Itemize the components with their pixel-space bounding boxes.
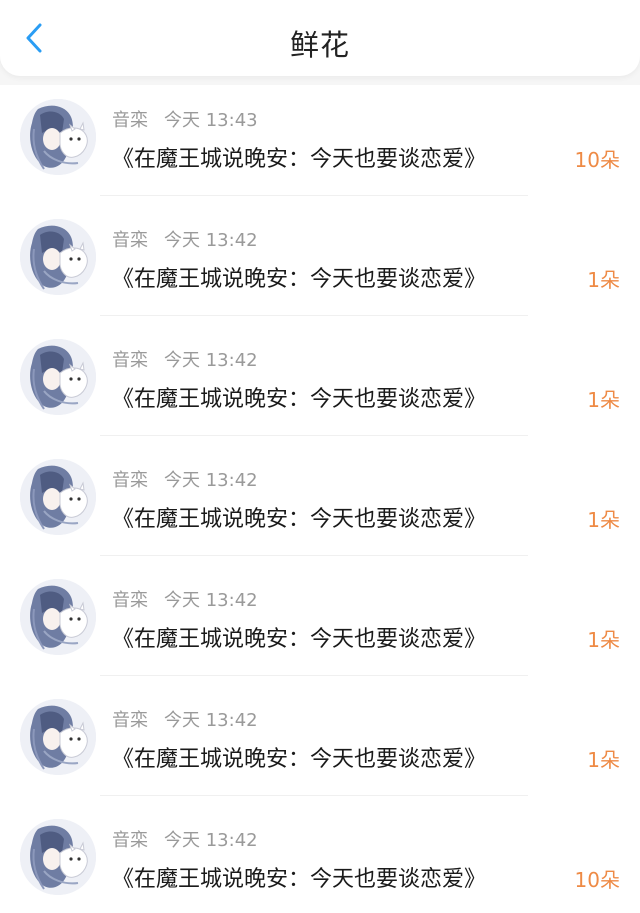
meta-line: 音栾 今天 13:42 [112, 346, 258, 372]
timestamp: 今天 13:42 [164, 350, 258, 371]
anime-girl-avatar-icon [20, 219, 96, 295]
anime-girl-avatar-icon [20, 339, 96, 415]
avatar[interactable] [20, 579, 96, 655]
flowers-page: 鲜花 音栾 今天 13:43 《在魔王城说晚安：今天也要谈恋爱》 10朵 音栾 … [0, 0, 640, 913]
meta-line: 音栾 今天 13:42 [112, 826, 258, 852]
divider [100, 195, 528, 196]
anime-girl-avatar-icon [20, 99, 96, 175]
list-item[interactable]: 音栾 今天 13:42 《在魔王城说晚安：今天也要谈恋爱》 10朵 [0, 805, 640, 913]
book-title[interactable]: 《在魔王城说晚安：今天也要谈恋爱》 [112, 861, 486, 893]
anime-girl-avatar-icon [20, 699, 96, 775]
flower-count: 1朵 [587, 388, 620, 412]
list-item[interactable]: 音栾 今天 13:42 《在魔王城说晚安：今天也要谈恋爱》 1朵 [0, 685, 640, 805]
timestamp: 今天 13:42 [164, 710, 258, 731]
avatar[interactable] [20, 819, 96, 895]
username[interactable]: 音栾 [112, 350, 148, 371]
flower-count: 10朵 [574, 868, 620, 892]
username[interactable]: 音栾 [112, 710, 148, 731]
book-title[interactable]: 《在魔王城说晚安：今天也要谈恋爱》 [112, 381, 486, 413]
timestamp: 今天 13:42 [164, 830, 258, 851]
timestamp: 今天 13:42 [164, 470, 258, 491]
username[interactable]: 音栾 [112, 470, 148, 491]
divider [100, 795, 528, 796]
anime-girl-avatar-icon [20, 819, 96, 895]
flower-count: 10朵 [574, 148, 620, 172]
timestamp: 今天 13:42 [164, 230, 258, 251]
book-title[interactable]: 《在魔王城说晚安：今天也要谈恋爱》 [112, 141, 486, 173]
avatar[interactable] [20, 459, 96, 535]
flower-count: 1朵 [587, 268, 620, 292]
flower-count: 1朵 [587, 748, 620, 772]
meta-line: 音栾 今天 13:43 [112, 106, 258, 132]
flower-count: 1朵 [587, 508, 620, 532]
username[interactable]: 音栾 [112, 110, 148, 131]
book-title[interactable]: 《在魔王城说晚安：今天也要谈恋爱》 [112, 741, 486, 773]
username[interactable]: 音栾 [112, 590, 148, 611]
flower-count: 1朵 [587, 628, 620, 652]
flower-record-list[interactable]: 音栾 今天 13:43 《在魔王城说晚安：今天也要谈恋爱》 10朵 音栾 今天 … [0, 85, 640, 913]
divider [100, 435, 528, 436]
top-bar: 鲜花 [0, 0, 640, 76]
list-item[interactable]: 音栾 今天 13:43 《在魔王城说晚安：今天也要谈恋爱》 10朵 [0, 85, 640, 205]
book-title[interactable]: 《在魔王城说晚安：今天也要谈恋爱》 [112, 621, 486, 653]
anime-girl-avatar-icon [20, 459, 96, 535]
divider [100, 675, 528, 676]
list-item[interactable]: 音栾 今天 13:42 《在魔王城说晚安：今天也要谈恋爱》 1朵 [0, 565, 640, 685]
anime-girl-avatar-icon [20, 579, 96, 655]
list-item[interactable]: 音栾 今天 13:42 《在魔王城说晚安：今天也要谈恋爱》 1朵 [0, 205, 640, 325]
meta-line: 音栾 今天 13:42 [112, 586, 258, 612]
book-title[interactable]: 《在魔王城说晚安：今天也要谈恋爱》 [112, 501, 486, 533]
meta-line: 音栾 今天 13:42 [112, 706, 258, 732]
username[interactable]: 音栾 [112, 230, 148, 251]
avatar[interactable] [20, 339, 96, 415]
book-title[interactable]: 《在魔王城说晚安：今天也要谈恋爱》 [112, 261, 486, 293]
divider [100, 555, 528, 556]
divider [100, 315, 528, 316]
page-title: 鲜花 [289, 28, 350, 62]
avatar[interactable] [20, 219, 96, 295]
avatar[interactable] [20, 699, 96, 775]
avatar[interactable] [20, 99, 96, 175]
list-item[interactable]: 音栾 今天 13:42 《在魔王城说晚安：今天也要谈恋爱》 1朵 [0, 445, 640, 565]
timestamp: 今天 13:43 [164, 110, 258, 131]
timestamp: 今天 13:42 [164, 590, 258, 611]
username[interactable]: 音栾 [112, 830, 148, 851]
meta-line: 音栾 今天 13:42 [112, 226, 258, 252]
meta-line: 音栾 今天 13:42 [112, 466, 258, 492]
list-item[interactable]: 音栾 今天 13:42 《在魔王城说晚安：今天也要谈恋爱》 1朵 [0, 325, 640, 445]
